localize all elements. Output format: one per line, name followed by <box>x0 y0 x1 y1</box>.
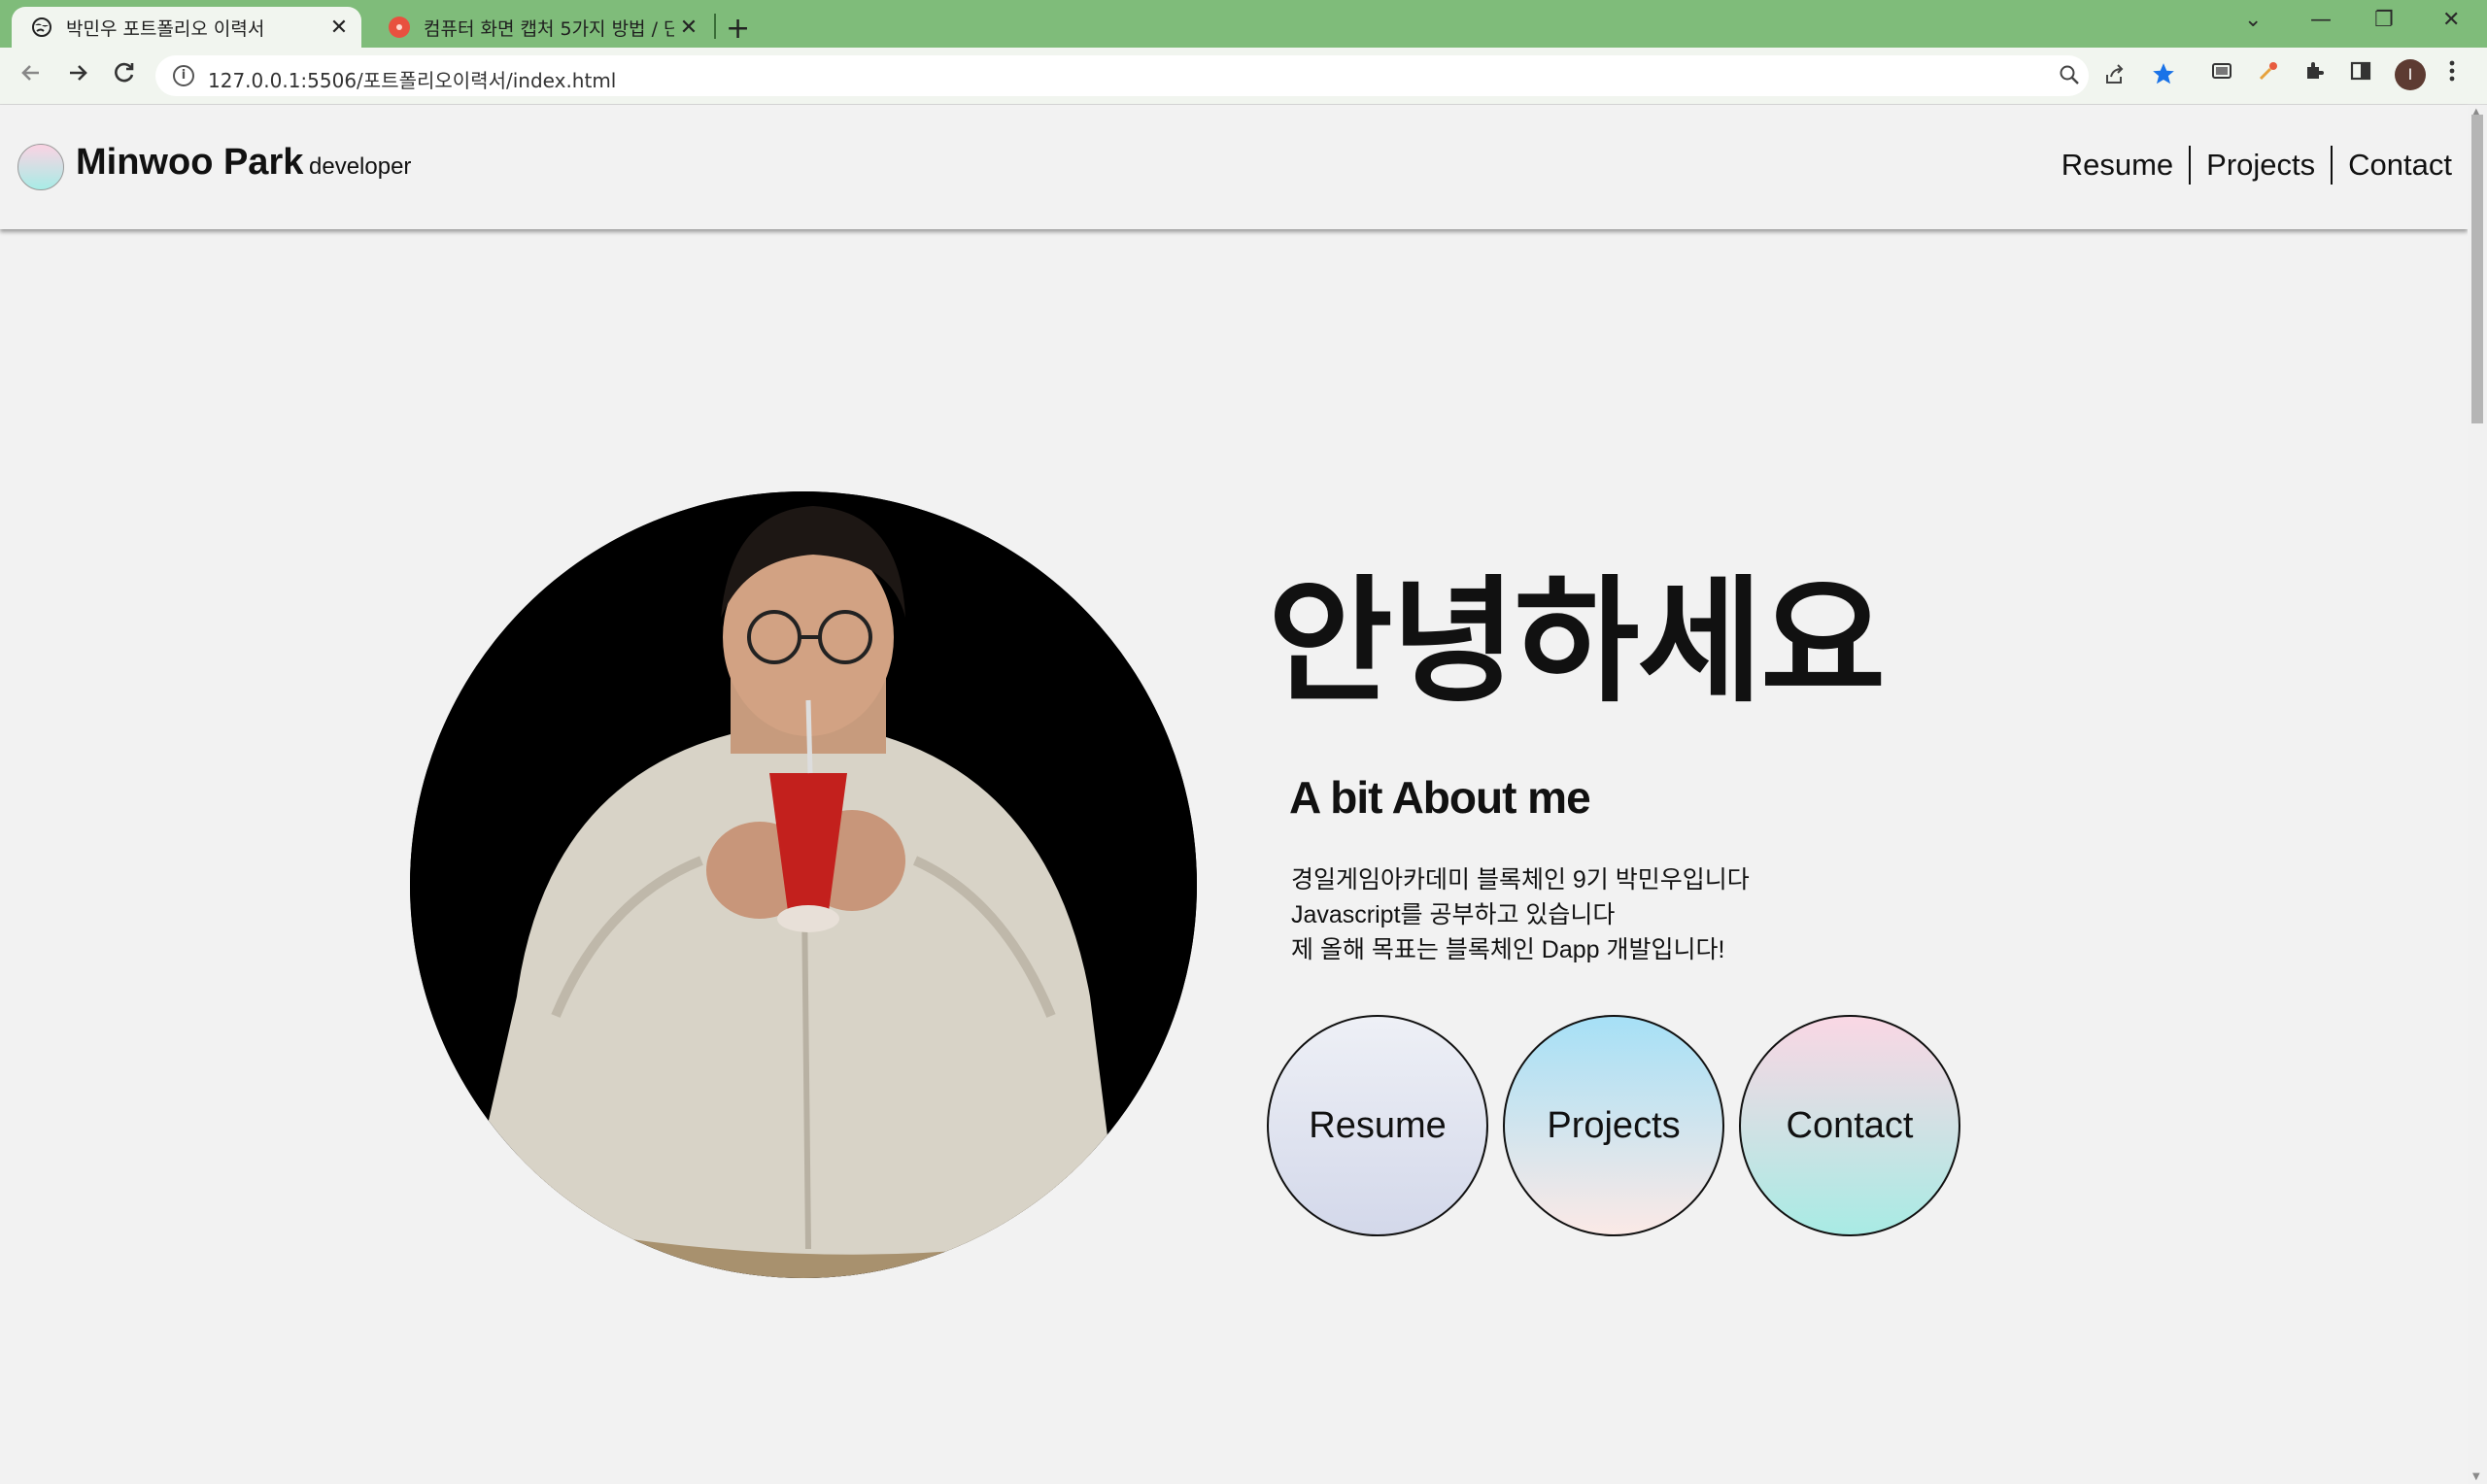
bookmark-star-icon[interactable] <box>2151 61 2176 92</box>
new-tab-button[interactable]: + <box>726 12 750 46</box>
nav-resume[interactable]: Resume <box>2046 146 2189 185</box>
browser-tab-strip: 박민우 포트폴리오 이력서 ✕ 컴퓨터 화면 캡처 5가지 방법 / 단 ✕ +… <box>0 0 2487 48</box>
main-nav: Resume Projects Contact <box>2046 146 2468 185</box>
minimize-button[interactable]: — <box>2310 8 2332 32</box>
scrollbar-thumb[interactable] <box>2471 115 2483 423</box>
tistory-icon <box>389 17 410 38</box>
profile-avatar[interactable]: I <box>2395 59 2426 90</box>
tab-portfolio[interactable]: 박민우 포트폴리오 이력서 ✕ <box>12 7 361 48</box>
side-panel-icon[interactable] <box>2349 59 2372 88</box>
logo-icon[interactable] <box>17 144 64 190</box>
close-tab-icon[interactable]: ✕ <box>324 16 354 40</box>
forward-arrow-icon[interactable] <box>64 59 91 93</box>
close-tab-icon[interactable]: ✕ <box>674 16 703 40</box>
about-line: Javascript를 공부하고 있습니다 <box>1291 901 1616 928</box>
tab-separator <box>714 14 716 39</box>
zoom-icon[interactable] <box>2058 63 2081 92</box>
greeting-heading: 안녕하세요 <box>1268 565 1886 718</box>
resume-button[interactable]: Resume <box>1267 1015 1488 1236</box>
tab-search-chevron-icon[interactable]: ⌄ <box>2244 8 2262 32</box>
nav-projects[interactable]: Projects <box>2189 146 2331 185</box>
contact-button[interactable]: Contact <box>1739 1015 1960 1236</box>
reload-icon[interactable] <box>111 59 138 93</box>
site-info-icon[interactable]: i <box>173 65 194 86</box>
about-title: A bit About me <box>1289 772 1591 823</box>
globe-icon <box>31 17 52 38</box>
restore-button[interactable]: ❐ <box>2374 8 2394 32</box>
window-close-button[interactable]: ✕ <box>2442 8 2460 32</box>
tab-title: 컴퓨터 화면 캡처 5가지 방법 / 단 <box>424 17 674 40</box>
projects-button[interactable]: Projects <box>1503 1015 1724 1236</box>
browser-toolbar: i 127.0.0.1:5506/포트폴리오이력서/index.html I <box>0 48 2487 105</box>
profile-photo <box>410 491 1197 1278</box>
about-line: 제 올해 목표는 블록체인 Dapp 개발입니다! <box>1291 936 1725 963</box>
page-scrollbar[interactable]: ▲ ▼ <box>2468 105 2487 1484</box>
brand-name[interactable]: Minwoo Park <box>76 142 303 184</box>
extensions-puzzle-icon[interactable] <box>2302 59 2326 88</box>
color-picker-icon[interactable] <box>2257 59 2280 88</box>
back-arrow-icon[interactable] <box>17 59 45 93</box>
share-icon[interactable] <box>2103 63 2127 92</box>
page-content: Minwoo Park developer Resume Projects Co… <box>0 105 2468 1484</box>
nav-contact[interactable]: Contact <box>2331 146 2468 185</box>
about-text: 경일게임아카데미 블록체인 9기 박민우입니다 Javascript를 공부하고… <box>1291 862 1750 967</box>
more-menu-icon[interactable] <box>2444 59 2460 88</box>
address-bar[interactable]: i 127.0.0.1:5506/포트폴리오이력서/index.html <box>155 55 2124 96</box>
url-text[interactable]: 127.0.0.1:5506/포트폴리오이력서/index.html <box>208 65 616 93</box>
tab-title: 박민우 포트폴리오 이력서 <box>66 17 265 40</box>
scroll-down-arrow-icon[interactable]: ▼ <box>2472 1471 2480 1482</box>
site-header: Minwoo Park developer Resume Projects Co… <box>0 105 2468 229</box>
tab-capture-article[interactable]: 컴퓨터 화면 캡처 5가지 방법 / 단 ✕ <box>369 7 711 48</box>
about-line: 경일게임아카데미 블록체인 9기 박민우입니다 <box>1291 866 1750 894</box>
extension-tab-icon[interactable] <box>2210 59 2233 88</box>
brand-role: developer <box>309 153 412 180</box>
